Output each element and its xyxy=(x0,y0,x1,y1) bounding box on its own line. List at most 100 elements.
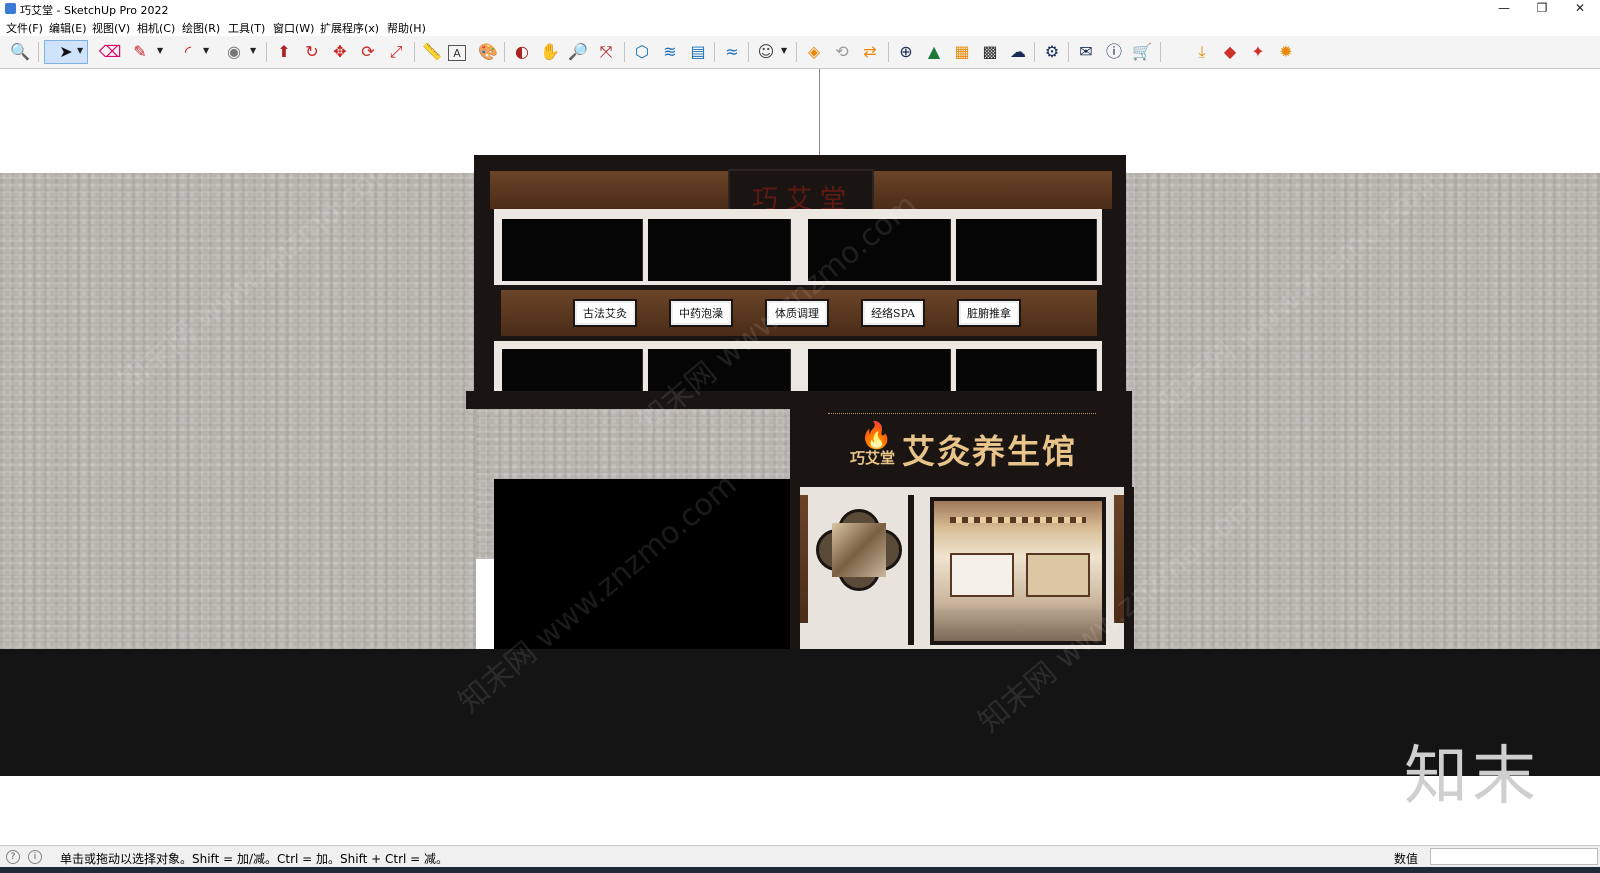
status-message: 单击或拖动以选择对象。Shift = 加/减。Ctrl = 加。Shift + … xyxy=(60,852,449,866)
select-dropdown-caret[interactable]: ▼ xyxy=(77,46,83,55)
dark-opening xyxy=(494,479,790,649)
door-divider xyxy=(908,495,914,645)
menu-camera[interactable]: 相机(C) xyxy=(137,20,175,36)
service-tab-massage: 脏腑推拿 xyxy=(957,299,1021,327)
orbit-icon[interactable]: ◐ xyxy=(510,40,534,64)
geo-location-icon[interactable]: ? xyxy=(6,850,20,864)
brand-id: ID: 1173383294 xyxy=(1360,799,1555,845)
pencil-icon[interactable]: ✎ xyxy=(128,40,152,64)
info-status-icon[interactable]: i xyxy=(28,850,42,864)
toolbar-separator xyxy=(414,42,415,62)
model-viewport[interactable]: 巧艾堂 古法艾灸 中药泡澡 体质调理 经络SPA 脏腑推拿 🔥 巧艾堂 艾灸养生… xyxy=(0,69,1600,845)
main-toolbar: 🔍 ➤ ▼ ⌫ ✎ ▼ ◜ ▼ ◉ ▼ ⬆ ↻ ✥ ⟳ ⤢ 📏 A 🎨 ◐ ✋ … xyxy=(0,36,1600,69)
shop-logo-text: 巧艾堂 xyxy=(850,449,896,467)
refresh-icon[interactable]: ⟲ xyxy=(830,40,854,64)
shape-dropdown-caret[interactable]: ▼ xyxy=(250,46,256,55)
menu-tools[interactable]: 工具(T) xyxy=(228,20,265,36)
gears-orange-icon[interactable]: ✹ xyxy=(1274,40,1298,64)
close-button[interactable]: ✕ xyxy=(1562,0,1598,18)
ground-plane xyxy=(0,649,1600,776)
toolbar-separator xyxy=(748,42,749,62)
measurements-input[interactable] xyxy=(1430,848,1598,865)
tree-icon[interactable]: ▲ xyxy=(922,40,946,64)
cart-icon[interactable]: 🛒 xyxy=(1130,40,1154,64)
info-icon[interactable]: ⓘ xyxy=(1102,40,1126,64)
toolbar-separator xyxy=(888,42,889,62)
line-dropdown-caret[interactable]: ▼ xyxy=(157,46,163,55)
trimble-connect-icon[interactable]: ≈ xyxy=(720,40,744,64)
tools-orange-icon[interactable]: ✦ xyxy=(1246,40,1270,64)
toolbar-separator xyxy=(1068,42,1069,62)
toolbar-separator xyxy=(1034,42,1035,62)
upper-window-pane xyxy=(956,219,1097,281)
zoom-icon[interactable]: 🔎 xyxy=(566,40,590,64)
download-icon[interactable]: ⤓ xyxy=(1190,40,1214,64)
text-icon[interactable]: A xyxy=(448,45,466,61)
sign-dotted-trim xyxy=(828,413,1096,416)
service-tab-moxibustion: 古法艾灸 xyxy=(573,299,637,327)
paint-bucket-icon[interactable]: 🎨 xyxy=(476,40,500,64)
account-dropdown-caret[interactable]: ▼ xyxy=(781,46,787,55)
plugin-orange-icon[interactable]: ◈ xyxy=(802,40,826,64)
shape-icon[interactable]: ◉ xyxy=(222,40,246,64)
pan-icon[interactable]: ✋ xyxy=(538,40,562,64)
arc-dropdown-caret[interactable]: ▼ xyxy=(203,46,209,55)
service-sign-band: 古法艾灸 中药泡澡 体质调理 经络SPA 脏腑推拿 xyxy=(498,287,1100,339)
settings-icon[interactable]: ⚙ xyxy=(1040,40,1064,64)
stone-wall-left xyxy=(0,173,476,718)
scale-icon[interactable]: ⤢ xyxy=(384,40,408,64)
lower-window-pane xyxy=(808,349,951,391)
cloud-upload-icon[interactable]: ☁ xyxy=(1006,40,1030,64)
push-pull-icon[interactable]: ⬆ xyxy=(272,40,296,64)
lower-window-pane xyxy=(648,349,791,391)
toolbar-separator xyxy=(714,42,715,62)
menu-help[interactable]: 帮助(H) xyxy=(387,20,426,36)
toolbar-separator xyxy=(796,42,797,62)
toolbar-separator xyxy=(624,42,625,62)
move-icon[interactable]: ✥ xyxy=(328,40,352,64)
arc-icon[interactable]: ◜ xyxy=(176,40,200,64)
menu-view[interactable]: 视图(V) xyxy=(92,20,130,36)
minimize-button[interactable]: — xyxy=(1486,0,1522,18)
checker-icon[interactable]: ▩ xyxy=(978,40,1002,64)
mail-icon[interactable]: ✉ xyxy=(1074,40,1098,64)
flip-icon[interactable]: ⇄ xyxy=(858,40,882,64)
eraser-icon[interactable]: ⌫ xyxy=(98,40,122,64)
os-taskbar xyxy=(0,867,1600,873)
tape-measure-icon[interactable]: 📏 xyxy=(420,40,444,64)
menu-draw[interactable]: 绘图(R) xyxy=(182,20,220,36)
menu-bar: 文件(F) 编辑(E) 视图(V) 相机(C) 绘图(R) 工具(T) 窗口(W… xyxy=(0,18,1600,36)
restore-button[interactable]: ❐ xyxy=(1524,0,1560,18)
follow-me-icon[interactable]: ↻ xyxy=(300,40,324,64)
sketchup-app-icon xyxy=(5,3,16,14)
menu-edit[interactable]: 编辑(E) xyxy=(49,20,87,36)
menu-window[interactable]: 窗口(W) xyxy=(273,20,314,36)
status-bar: ? i 单击或拖动以选择对象。Shift = 加/减。Ctrl = 加。Shif… xyxy=(0,845,1600,868)
service-tab-herbal-bath: 中药泡澡 xyxy=(669,299,733,327)
rotate-icon[interactable]: ⟳ xyxy=(356,40,380,64)
layout-icon[interactable]: ▤ xyxy=(686,40,710,64)
upper-window-pane xyxy=(648,219,791,281)
title-bar: 巧艾堂 - SketchUp Pro 2022 — ❐ ✕ xyxy=(0,0,1600,18)
menu-extensions[interactable]: 扩展程序(x) xyxy=(320,20,379,36)
measurements-label: 数值 xyxy=(1394,852,1419,866)
account-icon[interactable]: ☺ xyxy=(754,40,778,64)
extension-warehouse-icon[interactable]: ≋ xyxy=(658,40,682,64)
lower-window-pane xyxy=(502,349,643,391)
toolbar-separator xyxy=(38,42,39,62)
stack-icon[interactable]: ▦ xyxy=(950,40,974,64)
layers-orange-icon[interactable]: ◆ xyxy=(1218,40,1242,64)
toolbar-separator xyxy=(266,42,267,62)
menu-file[interactable]: 文件(F) xyxy=(6,20,43,36)
upper-window-pane xyxy=(808,219,951,281)
glass-entrance[interactable] xyxy=(930,497,1106,645)
zoom-window-icon[interactable]: 🔍 xyxy=(8,40,32,64)
quatrefoil-window xyxy=(816,509,902,591)
left-dark-post xyxy=(790,487,800,649)
add-circle-icon[interactable]: ⊕ xyxy=(894,40,918,64)
warehouse-icon[interactable]: ⬡ xyxy=(630,40,654,64)
toolbar-separator xyxy=(1160,42,1161,62)
service-tab-constitution: 体质调理 xyxy=(765,299,829,327)
zoom-extents-icon[interactable]: ⤧ xyxy=(594,40,618,64)
shop-name-sign: 艾灸养生馆 xyxy=(902,432,1077,471)
